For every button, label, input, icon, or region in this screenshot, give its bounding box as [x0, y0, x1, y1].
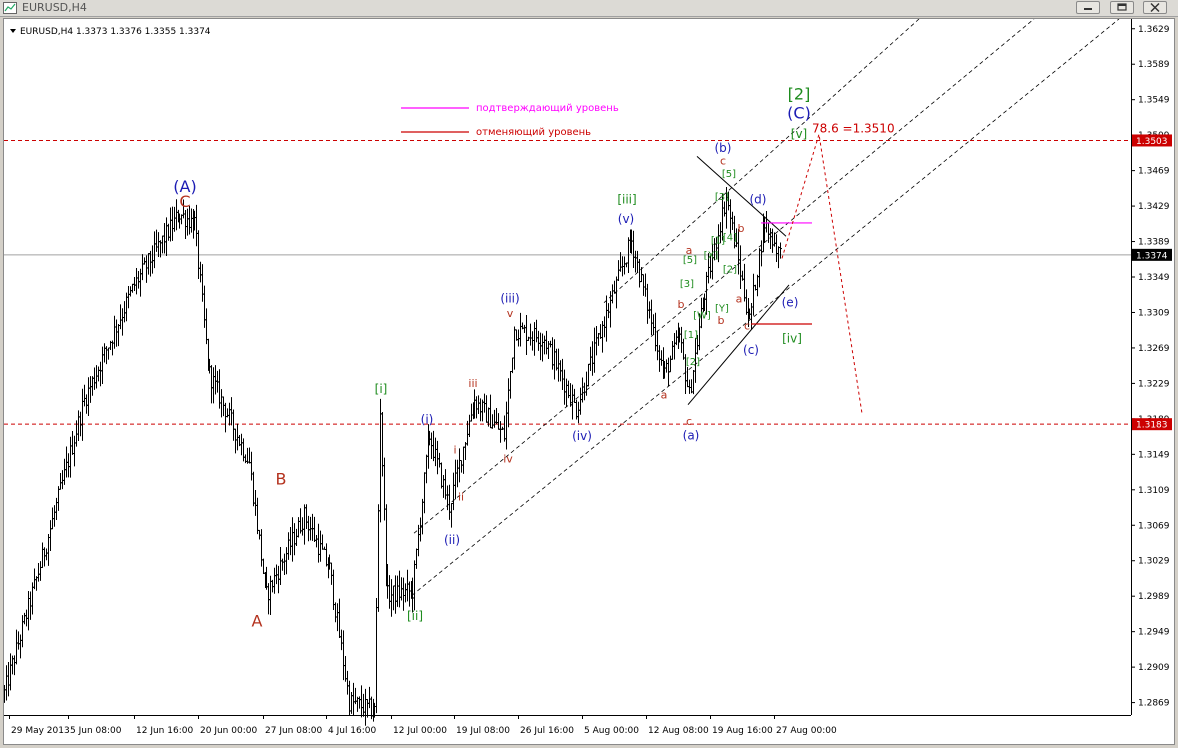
time-tick-label: 19 Aug 16:00: [712, 726, 773, 736]
wave-label: [W]: [693, 311, 711, 322]
time-tick-label: 19 Jul 08:00: [456, 726, 510, 736]
time-tick-label: 29 May 2013: [11, 726, 70, 736]
time-tick-label: 4 Jul 16:00: [328, 726, 377, 736]
wave-label: [5]: [683, 255, 697, 266]
wave-label: b: [718, 314, 725, 327]
price-tick-label: 1.3629: [1138, 25, 1170, 35]
price-tick-label: 1.3269: [1138, 344, 1170, 354]
wave-label: (ii): [444, 533, 460, 547]
wave-label: (d): [750, 192, 767, 206]
wave-label: a: [661, 388, 668, 401]
price-tick-label: 1.3469: [1138, 167, 1170, 177]
price-tick-label: 1.3229: [1138, 379, 1170, 389]
wave-label: C: [179, 192, 190, 211]
legend-label: отменяющий уровень: [476, 127, 591, 138]
wave-label: b: [678, 298, 685, 311]
price-tick-label: 1.3029: [1138, 557, 1170, 567]
wave-label: (iii): [500, 292, 519, 306]
wave-label: [1]: [684, 330, 698, 341]
close-icon: [1150, 2, 1160, 13]
wave-label: B: [276, 469, 287, 488]
price-tick-label: 1.2869: [1138, 699, 1170, 709]
wave-label: b: [738, 222, 745, 235]
wave-label: [ii]: [407, 609, 423, 623]
time-tick-label: 5 Aug 00:00: [584, 726, 639, 736]
wave-label: iv: [503, 452, 513, 465]
wave-label: (b): [715, 141, 732, 155]
wave-label: i: [453, 443, 456, 456]
wave-label: (iv): [572, 429, 592, 443]
wave-label: [3]: [715, 192, 729, 203]
price-tick-label: 1.3389: [1138, 238, 1170, 248]
wave-label: (C): [787, 103, 811, 122]
wave-label: A: [252, 611, 263, 630]
chart-window: EURUSD,H4 78.6 =1.3510 подтверждающий уро…: [0, 0, 1178, 748]
minimize-button[interactable]: [1076, 1, 1100, 14]
window-title: EURUSD,H4: [22, 1, 87, 14]
wave-label: (e): [782, 295, 799, 309]
price-flag-label: 1.3374: [1136, 251, 1168, 261]
wave-label: [v]: [791, 127, 807, 141]
restore-button[interactable]: [1110, 1, 1134, 14]
wave-label: [iv]: [782, 332, 802, 346]
restore-icon: [1117, 3, 1127, 11]
wave-label: c: [744, 319, 750, 332]
price-tick-label: 1.2909: [1138, 663, 1170, 673]
time-tick-label: 5 Jun 08:00: [70, 726, 122, 736]
wave-label: [2]: [723, 265, 737, 276]
price-flag-label: 1.3183: [1136, 421, 1168, 431]
wave-label: v: [507, 307, 514, 320]
time-tick-label: 12 Jun 16:00: [136, 726, 193, 736]
minimize-icon: [1084, 8, 1092, 10]
legend-label: подтверждающий уровень: [476, 103, 619, 114]
wave-label: (a): [683, 428, 700, 442]
price-tick-label: 1.3349: [1138, 273, 1170, 283]
chart-area[interactable]: 78.6 =1.3510 подтверждающий уровень отменя…: [3, 18, 1175, 745]
time-tick-label: 20 Jun 00:00: [200, 726, 257, 736]
wave-label: [i]: [375, 382, 388, 396]
wave-label: a: [736, 293, 743, 306]
wave-label: (i): [421, 412, 434, 426]
price-tick-label: 1.3309: [1138, 308, 1170, 318]
wave-label: [iii]: [617, 192, 636, 206]
wave-label: [2]: [686, 357, 700, 368]
title-bar[interactable]: EURUSD,H4: [0, 0, 1178, 17]
wave-label: iii: [468, 377, 477, 390]
price-tick-label: 1.2949: [1138, 628, 1170, 638]
wave-label: c: [720, 154, 726, 167]
fib-annotation: 78.6 =1.3510: [812, 121, 895, 135]
price-chart[interactable]: 78.6 =1.3510 подтверждающий уровень отменя…: [4, 19, 1174, 744]
close-button[interactable]: [1143, 1, 1167, 14]
wave-label: [4]: [723, 233, 737, 244]
time-tick-label: 26 Jul 16:00: [520, 726, 574, 736]
wave-label: [3]: [680, 279, 694, 290]
price-tick-label: 1.3429: [1138, 202, 1170, 212]
price-tick-label: 1.2989: [1138, 592, 1170, 602]
price-tick-label: 1.3589: [1138, 60, 1170, 70]
price-tick-label: 1.3549: [1138, 96, 1170, 106]
wave-label: ii: [458, 490, 464, 503]
wave-label: [X]: [704, 250, 719, 261]
price-tick-label: 1.3069: [1138, 521, 1170, 531]
symbol-header: EURUSD,H4 1.3373 1.3376 1.3355 1.3374: [20, 27, 211, 37]
wave-label: c: [686, 415, 692, 428]
time-tick-label: 12 Aug 08:00: [648, 726, 709, 736]
wave-label: (c): [743, 343, 759, 357]
price-flag-label: 1.3503: [1136, 137, 1168, 147]
time-tick-label: 27 Aug 00:00: [776, 726, 837, 736]
wave-label: [Y]: [715, 304, 729, 315]
wave-label: [5]: [722, 169, 736, 180]
time-tick-label: 12 Jul 00:00: [393, 726, 447, 736]
chart-window-icon: [3, 2, 17, 14]
time-tick-label: 27 Jun 08:00: [265, 726, 322, 736]
wave-label: (v): [618, 212, 634, 226]
price-tick-label: 1.3109: [1138, 486, 1170, 496]
wave-label: [2]: [788, 85, 811, 104]
price-tick-label: 1.3149: [1138, 450, 1170, 460]
